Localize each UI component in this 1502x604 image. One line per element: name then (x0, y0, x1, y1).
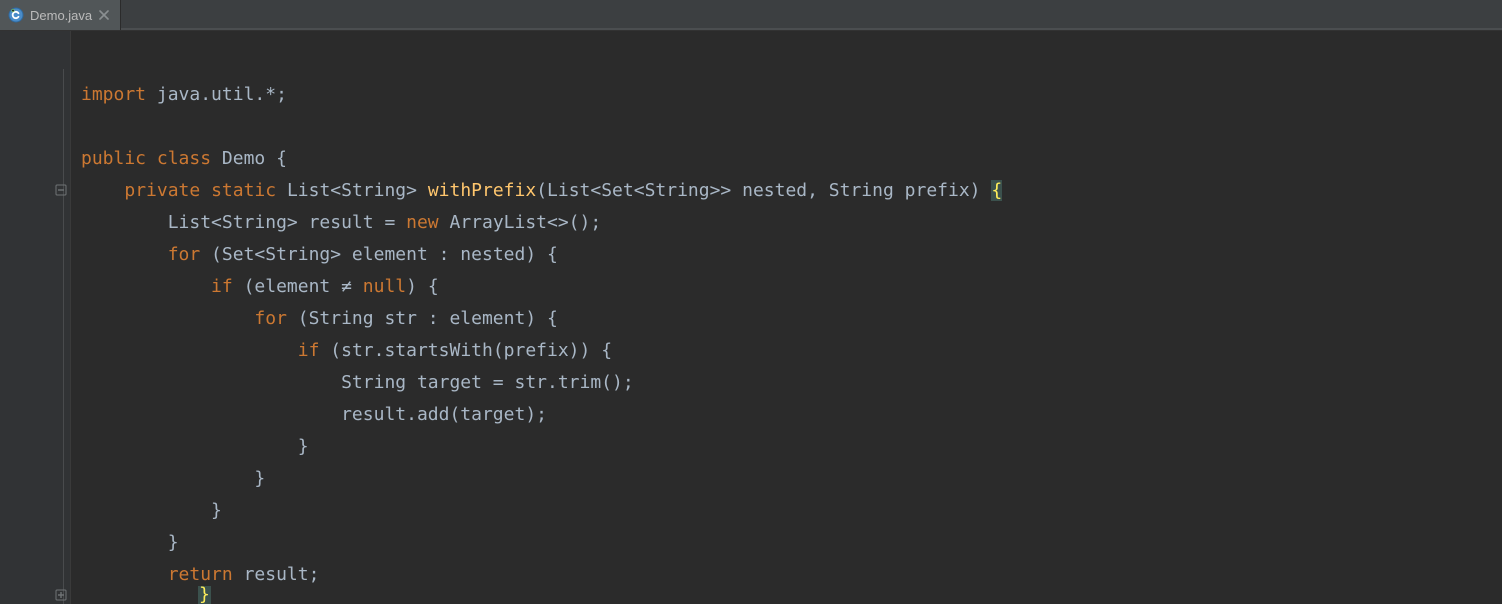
tab-filename: Demo.java (30, 8, 92, 23)
gutter-divider (63, 69, 64, 604)
close-tab-icon[interactable] (98, 9, 110, 21)
fold-expand-icon[interactable] (54, 588, 68, 602)
editor-window: Demo.java (0, 0, 1502, 604)
code-area[interactable]: import java.util.*; public class Demo { … (71, 31, 1502, 604)
matching-brace-open: { (991, 180, 1002, 201)
tab-bar-empty (121, 0, 1502, 30)
code-text: import java.util.*; public class Demo { … (81, 79, 1002, 591)
file-tab-demo[interactable]: Demo.java (0, 0, 121, 30)
gutter[interactable] (0, 31, 71, 604)
editor-area: import java.util.*; public class Demo { … (0, 31, 1502, 604)
fold-collapse-icon[interactable] (54, 183, 68, 197)
tab-bar: Demo.java (0, 0, 1502, 31)
matching-brace-close: } (198, 586, 211, 604)
java-class-icon (8, 7, 24, 23)
